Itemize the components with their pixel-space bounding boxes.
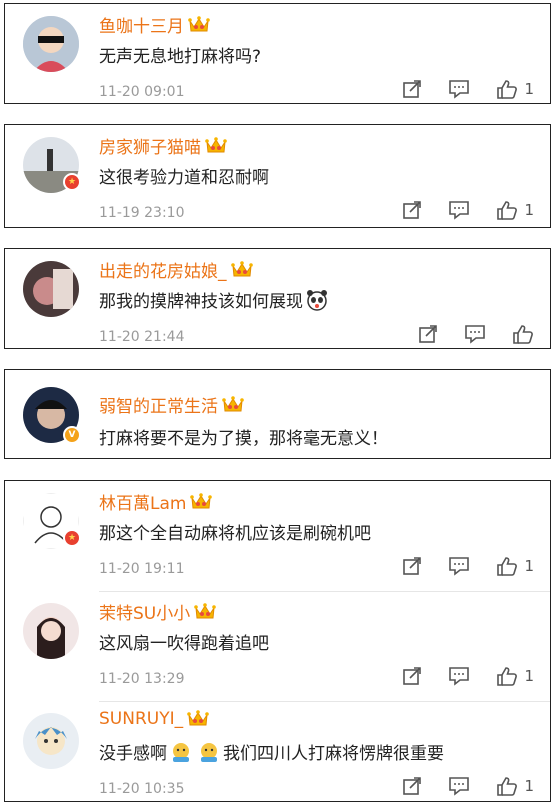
comment-text: 这很考验力道和忍耐啊 — [99, 168, 269, 188]
like-count: 1 — [524, 201, 534, 219]
share-icon — [402, 200, 422, 220]
reply-button[interactable] — [448, 556, 470, 576]
like-button[interactable]: 1 — [496, 666, 534, 686]
comment-item: ★ 房家狮子猫喵 这很考验力道和忍耐啊 11-19 23:10 1 — [5, 125, 550, 229]
crown-icon — [187, 709, 209, 729]
username[interactable]: 茉特SU小小 — [99, 599, 216, 624]
comment-card: ★ 房家狮子猫喵 这很考验力道和忍耐啊 11-19 23:10 1 — [4, 124, 551, 228]
username[interactable]: SUNRUYI_ — [99, 709, 209, 729]
timestamp: 11-20 13:29 — [99, 671, 185, 687]
doge-emoji-icon — [173, 742, 189, 762]
share-button[interactable] — [418, 324, 438, 344]
like-count: 1 — [524, 777, 534, 795]
panda-emoji-icon — [307, 289, 327, 311]
like-button[interactable] — [512, 324, 534, 344]
action-bar: 1 — [376, 556, 534, 576]
timestamp: 11-20 09:01 — [99, 84, 185, 100]
verified-badge-icon: ★ — [63, 529, 81, 547]
reply-button[interactable] — [448, 776, 470, 796]
avatar[interactable] — [23, 603, 79, 659]
comment-icon — [448, 556, 470, 576]
comment-card: ★ 林百萬Lam 那这个全自动麻将机应该是刷碗机吧 11-20 19:11 1 … — [4, 480, 551, 802]
timestamp: 11-20 19:11 — [99, 561, 185, 577]
avatar[interactable] — [23, 261, 79, 317]
like-count: 1 — [524, 557, 534, 575]
verified-badge-icon: ★ — [63, 173, 81, 191]
share-icon — [418, 324, 438, 344]
thumbs-up-icon — [496, 776, 518, 796]
timestamp: 11-19 23:10 — [99, 205, 185, 221]
like-count: 1 — [524, 80, 534, 98]
comment-item: ★ 林百萬Lam 那这个全自动麻将机应该是刷碗机吧 11-20 19:11 1 — [5, 481, 550, 591]
thumbs-up-icon — [496, 79, 518, 99]
comment-item: 出走的花房姑娘_ 那我的摸牌神技该如何展现 11-20 21:44 — [5, 249, 550, 350]
comment-card: 出走的花房姑娘_ 那我的摸牌神技该如何展现 11-20 21:44 — [4, 248, 551, 349]
comment-text: 无声无息地打麻将吗? — [99, 47, 262, 67]
share-button[interactable] — [402, 666, 422, 686]
comment-item: V 弱智的正常生活 打麻将要不是为了摸，那将毫无意义！ — [5, 370, 550, 460]
like-count: 1 — [524, 667, 534, 685]
share-icon — [402, 556, 422, 576]
thumbs-up-icon — [496, 556, 518, 576]
comment-text: 没手感啊 我们四川人打麻将愣牌很重要 — [99, 739, 444, 764]
thumbs-up-icon — [496, 666, 518, 686]
share-button[interactable] — [402, 556, 422, 576]
timestamp: 11-20 21:44 — [99, 329, 185, 345]
comment-icon — [448, 666, 470, 686]
action-bar — [392, 324, 534, 344]
action-bar: 1 — [376, 666, 534, 686]
comment-item: 茉特SU小小 这风扇一吹得跑着追吧 11-20 13:29 1 — [5, 591, 550, 701]
share-icon — [402, 79, 422, 99]
comment-item: 鱼咖十三月 无声无息地打麻将吗? 11-20 09:01 1 — [5, 4, 550, 105]
like-button[interactable]: 1 — [496, 200, 534, 220]
username[interactable]: 鱼咖十三月 — [99, 12, 210, 37]
username[interactable]: 房家狮子猫喵 — [99, 133, 227, 158]
reply-button[interactable] — [448, 666, 470, 686]
share-icon — [402, 776, 422, 796]
crown-icon — [231, 260, 253, 280]
username[interactable]: 弱智的正常生活 — [99, 392, 244, 417]
comment-icon — [448, 776, 470, 796]
doge-emoji-icon — [201, 742, 217, 762]
comment-text: 那我的摸牌神技该如何展现 — [99, 287, 331, 312]
reply-button[interactable] — [448, 79, 470, 99]
comment-icon — [448, 79, 470, 99]
reply-button[interactable] — [464, 324, 486, 344]
share-button[interactable] — [402, 776, 422, 796]
reply-button[interactable] — [448, 200, 470, 220]
action-bar: 1 — [376, 776, 534, 796]
crown-icon — [190, 492, 212, 512]
thumbs-up-icon — [512, 324, 534, 344]
comment-text: 打麻将要不是为了摸，那将毫无意义！ — [99, 429, 388, 449]
like-button[interactable]: 1 — [496, 556, 534, 576]
comment-icon — [448, 200, 470, 220]
thumbs-up-icon — [496, 200, 518, 220]
like-button[interactable]: 1 — [496, 776, 534, 796]
comment-card: 鱼咖十三月 无声无息地打麻将吗? 11-20 09:01 1 — [4, 3, 551, 104]
share-button[interactable] — [402, 79, 422, 99]
share-icon — [402, 666, 422, 686]
comment-item: SUNRUYI_ 没手感啊 我们四川人打麻将愣牌很重要 11-20 10:35 … — [5, 701, 550, 803]
crown-icon — [188, 15, 210, 35]
username[interactable]: 出走的花房姑娘_ — [99, 257, 253, 282]
username[interactable]: 林百萬Lam — [99, 489, 212, 514]
comment-icon — [464, 324, 486, 344]
action-bar: 1 — [376, 200, 534, 220]
avatar[interactable] — [23, 16, 79, 72]
action-bar: 1 — [376, 79, 534, 99]
crown-icon — [222, 395, 244, 415]
comment-text: 这风扇一吹得跑着追吧 — [99, 634, 269, 654]
like-button[interactable]: 1 — [496, 79, 534, 99]
verified-badge-icon: V — [63, 426, 81, 444]
comment-text: 那这个全自动麻将机应该是刷碗机吧 — [99, 524, 371, 544]
crown-icon — [205, 136, 227, 156]
share-button[interactable] — [402, 200, 422, 220]
crown-icon — [194, 602, 216, 622]
avatar[interactable] — [23, 713, 79, 769]
timestamp: 11-20 10:35 — [99, 781, 185, 797]
comment-card: V 弱智的正常生活 打麻将要不是为了摸，那将毫无意义！ — [4, 369, 551, 459]
